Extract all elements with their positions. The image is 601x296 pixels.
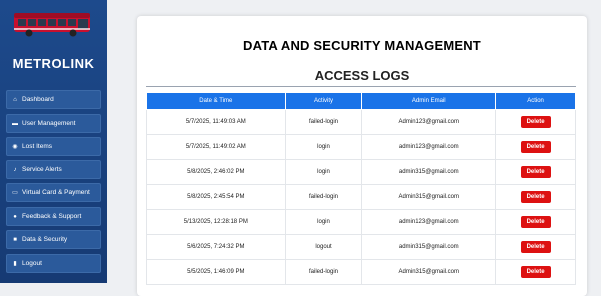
delete-button[interactable]: Delete [520,116,551,128]
main-panel: DATA AND SECURITY MANAGEMENT ACCESS LOGS… [137,16,587,296]
cell-email: admin123@gmail.com [361,209,497,235]
sidebar-item-label: Dashboard [22,96,54,103]
table-header-row: Date & Time Activity Admin Email Action [146,92,576,110]
sidebar-item-virtual-card[interactable]: ▭ Virtual Card & Payment [6,183,101,202]
sidebar: METROLINK ⌂ Dashboard ▬ User Management … [0,0,107,283]
brand-name: METROLINK [12,56,95,71]
sidebar-item-label: Lost Items [22,143,52,150]
bell-icon: ♪ [13,166,17,173]
sidebar-item-lost-items[interactable]: ◉ Lost Items [6,137,101,156]
sidebar-item-label: Logout [22,260,42,267]
table-row: 5/6/2025, 7:24:32 PM logout admin315@gma… [146,234,576,260]
column-header-activity: Activity [284,92,363,110]
sidebar-item-label: Virtual Card & Payment [22,189,90,196]
cell-datetime: 5/7/2025, 11:49:03 AM [146,109,286,135]
cell-email: Admin123@gmail.com [361,109,497,135]
table-row: 5/13/2025, 12:28:18 PM login admin123@gm… [146,209,576,235]
page-title: DATA AND SECURITY MANAGEMENT [243,38,481,53]
home-icon: ⌂ [13,96,17,103]
sidebar-item-service-alerts[interactable]: ♪ Service Alerts [6,160,101,179]
cell-email: admin123@gmail.com [361,134,497,160]
cell-email: admin315@gmail.com [361,234,497,260]
cell-email: Admin315@gmail.com [361,184,497,210]
delete-button[interactable]: Delete [520,191,551,203]
column-header-email: Admin Email [361,92,497,110]
sidebar-item-label: Data & Security [22,236,68,243]
sidebar-item-feedback[interactable]: ● Feedback & Support [6,207,101,226]
cell-datetime: 5/8/2025, 2:45:54 PM [146,184,286,210]
table-row: 5/5/2025, 1:46:09 PM failed-login Admin3… [146,259,576,285]
column-header-date: Date & Time [146,92,286,110]
table-row: 5/7/2025, 11:49:03 AM failed-login Admin… [146,109,576,135]
cell-activity: login [285,134,363,160]
access-logs-table: Date & Time Activity Admin Email Action … [146,92,576,285]
delete-button[interactable]: Delete [520,166,551,178]
cell-activity: login [285,209,363,235]
sidebar-item-label: User Management [22,120,76,127]
cell-datetime: 5/13/2025, 12:28:18 PM [146,209,286,235]
cell-activity: failed-login [285,184,363,210]
lock-icon: ■ [13,236,17,243]
cell-email: Admin315@gmail.com [361,259,497,285]
section-title: ACCESS LOGS [314,68,410,83]
sidebar-item-dashboard[interactable]: ⌂ Dashboard [6,90,101,109]
column-header-action: Action [495,92,576,110]
table-row: 5/8/2025, 2:46:02 PM login admin315@gmai… [146,159,576,185]
card-icon: ▭ [12,190,18,196]
cell-datetime: 5/5/2025, 1:46:09 PM [146,259,286,285]
delete-button[interactable]: Delete [520,141,551,153]
cell-activity: failed-login [285,259,363,285]
cell-datetime: 5/6/2025, 7:24:32 PM [146,234,286,260]
table-row: 5/7/2025, 11:49:02 AM login admin123@gma… [146,134,576,160]
cell-activity: logout [285,234,363,260]
folder-icon: ▬ [12,120,18,127]
sidebar-item-data-security[interactable]: ■ Data & Security [6,230,101,249]
cell-datetime: 5/7/2025, 11:49:02 AM [146,134,286,160]
sidebar-item-label: Feedback & Support [22,213,82,220]
delete-button[interactable]: Delete [520,241,551,253]
cell-activity: failed-login [285,109,363,135]
search-icon: ◉ [12,144,18,150]
cell-email: admin315@gmail.com [361,159,497,185]
logout-icon: ▮ [13,261,17,267]
cell-activity: login [285,159,363,185]
divider [146,86,576,87]
bus-logo-icon [14,13,90,37]
sidebar-item-user-management[interactable]: ▬ User Management [6,114,101,133]
sidebar-item-label: Service Alerts [22,166,62,173]
chat-icon: ● [13,213,17,220]
cell-datetime: 5/8/2025, 2:46:02 PM [146,159,286,185]
sidebar-item-logout[interactable]: ▮ Logout [6,254,101,273]
delete-button[interactable]: Delete [520,216,551,228]
table-row: 5/8/2025, 2:45:54 PM failed-login Admin3… [146,184,576,210]
delete-button[interactable]: Delete [520,266,551,278]
